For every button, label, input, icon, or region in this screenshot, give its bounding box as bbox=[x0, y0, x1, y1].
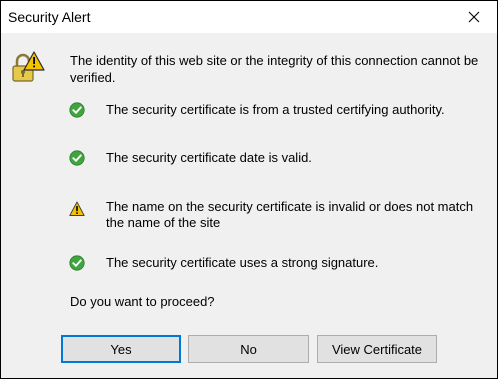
yes-button[interactable]: Yes bbox=[61, 335, 181, 363]
view-certificate-button[interactable]: View Certificate bbox=[317, 335, 437, 363]
intro-message: The identity of this web site or the int… bbox=[70, 53, 479, 85]
lock-warning-icon bbox=[12, 51, 45, 82]
check-circle-icon bbox=[69, 150, 85, 166]
check-circle-icon bbox=[69, 255, 85, 271]
check-circle-icon bbox=[69, 102, 85, 118]
check-item-text: The security certificate date is valid. bbox=[106, 150, 312, 165]
close-button[interactable] bbox=[451, 1, 497, 33]
check-item-text: The name on the security certificate is … bbox=[106, 199, 474, 230]
title-bar: Security Alert bbox=[1, 1, 497, 33]
proceed-question: Do you want to proceed? bbox=[70, 294, 215, 309]
warning-triangle-icon bbox=[69, 201, 85, 216]
check-item-text: The security certificate is from a trust… bbox=[106, 102, 445, 117]
close-icon bbox=[468, 11, 480, 23]
no-button[interactable]: No bbox=[188, 335, 309, 363]
window-title: Security Alert bbox=[8, 9, 91, 25]
check-item-text: The security certificate uses a strong s… bbox=[106, 255, 379, 270]
security-alert-dialog: Security Alert The identity of this web … bbox=[0, 0, 498, 379]
